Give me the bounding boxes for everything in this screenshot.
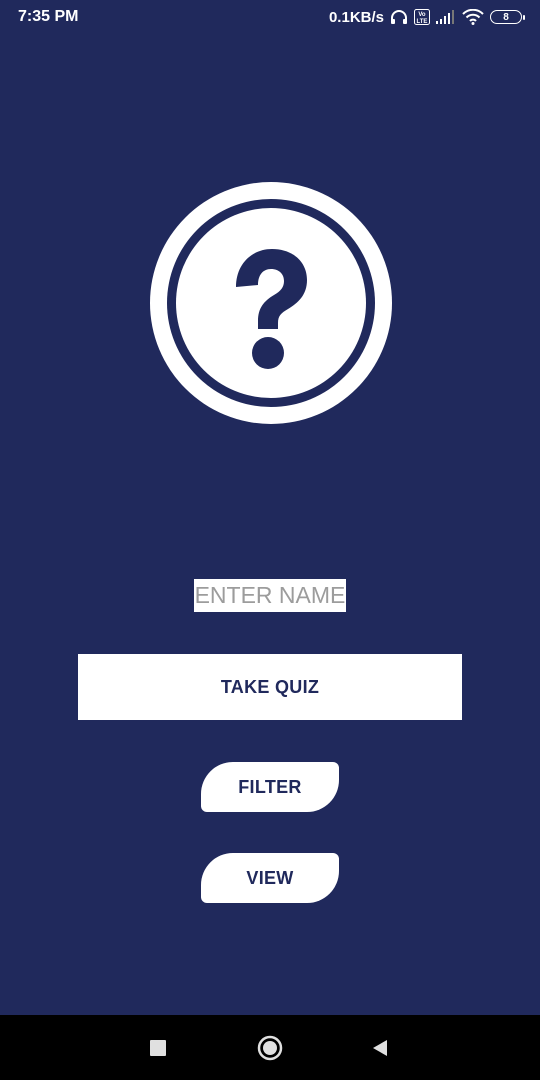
headphones-icon: [390, 9, 408, 25]
battery-level: 8: [503, 11, 509, 23]
status-bar: 7:35 PM 0.1KB/s Vo LTE 8: [0, 0, 540, 34]
battery-icon: 8: [490, 10, 525, 24]
take-quiz-button[interactable]: TAKE QUIZ: [78, 654, 462, 720]
recent-apps-button[interactable]: [140, 1015, 176, 1080]
svg-text:Vo: Vo: [418, 12, 426, 18]
back-button[interactable]: [362, 1015, 398, 1080]
filter-label: FILTER: [238, 776, 302, 797]
name-input[interactable]: [194, 579, 346, 612]
question-mark-icon: [150, 182, 392, 424]
home-icon: [257, 1035, 283, 1060]
recent-apps-icon: [150, 1039, 166, 1056]
view-button[interactable]: VIEW: [201, 853, 339, 903]
network-speed: 0.1KB/s: [328, 8, 384, 26]
status-time: 7:35 PM: [18, 8, 79, 25]
volte-icon: Vo LTE: [414, 9, 430, 25]
back-icon: [373, 1039, 387, 1056]
wifi-icon: [462, 9, 484, 25]
take-quiz-label: TAKE QUIZ: [220, 676, 320, 697]
home-button[interactable]: [252, 1015, 288, 1080]
filter-button[interactable]: FILTER: [201, 762, 339, 812]
svg-text:LTE: LTE: [417, 19, 428, 25]
status-icons: 0.1KB/s Vo LTE 8: [328, 8, 525, 26]
app-logo: [150, 182, 392, 424]
signal-icon: [436, 10, 456, 24]
system-nav-bar: [0, 1015, 540, 1080]
view-label: VIEW: [246, 867, 294, 888]
